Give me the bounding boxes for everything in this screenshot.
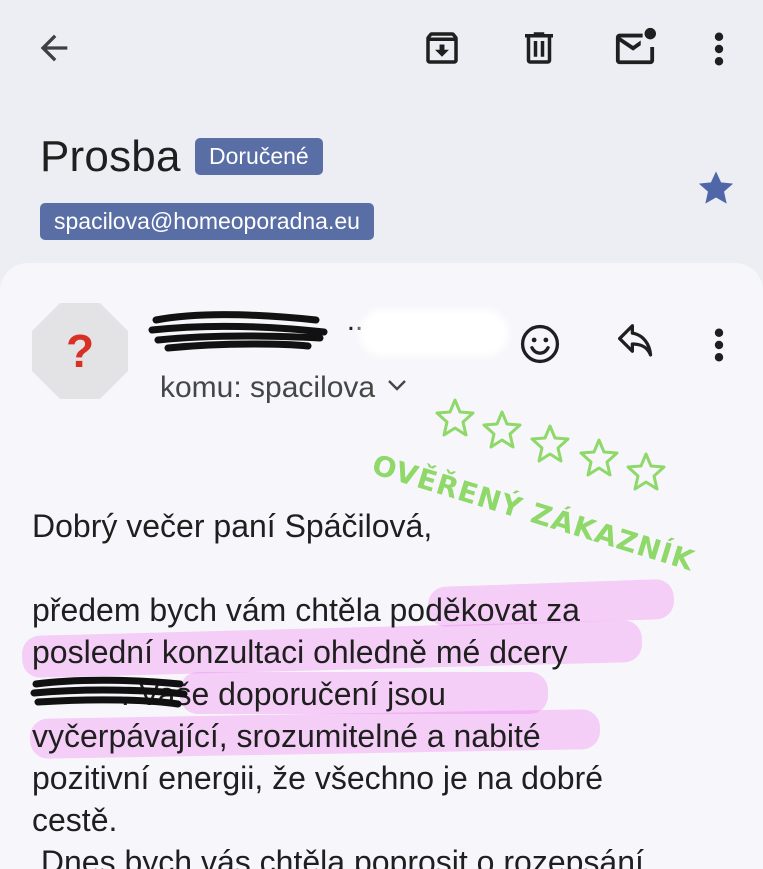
redaction-blur: [360, 310, 508, 356]
email-subject: Prosba: [40, 132, 181, 181]
mark-unread-icon[interactable]: [612, 26, 658, 68]
more-vert-icon[interactable]: [702, 28, 736, 70]
emoji-reaction-icon[interactable]: [518, 322, 562, 366]
body-line: Dnes bych vás chtěla poprosit o rozepsán…: [32, 844, 644, 869]
star-icon[interactable]: [695, 167, 737, 209]
body-line: cestě.: [32, 802, 118, 838]
arrow-back-icon[interactable]: [34, 28, 74, 68]
trash-icon[interactable]: [518, 27, 560, 69]
redaction-scribble: [148, 311, 328, 352]
body-line: pozitivní energii, že všechno je na dobr…: [32, 760, 604, 796]
unknown-sender-avatar[interactable]: ?: [32, 303, 128, 399]
body-line: poslední konzultaci ohledně mé dcery: [32, 634, 568, 670]
redaction-scribble: [30, 676, 188, 708]
body-line: vyčerpávající, srozumitelné a nabité: [32, 718, 541, 754]
reply-icon[interactable]: [614, 324, 658, 364]
sender-email-chip[interactable]: spacilova@homeoporadna.eu: [40, 203, 374, 240]
more-vert-icon[interactable]: [702, 324, 736, 366]
inbox-label-chip[interactable]: Doručené: [195, 138, 323, 175]
chevron-down-icon[interactable]: [387, 365, 407, 399]
body-line: předem bych vám chtěla poděkovat za: [32, 592, 580, 628]
archive-icon[interactable]: [421, 27, 463, 69]
greeting: Dobrý večer paní Spáčilová,: [32, 508, 433, 544]
svg-text:?: ?: [66, 325, 94, 377]
recipient-line[interactable]: komu: spacilova: [160, 365, 407, 405]
